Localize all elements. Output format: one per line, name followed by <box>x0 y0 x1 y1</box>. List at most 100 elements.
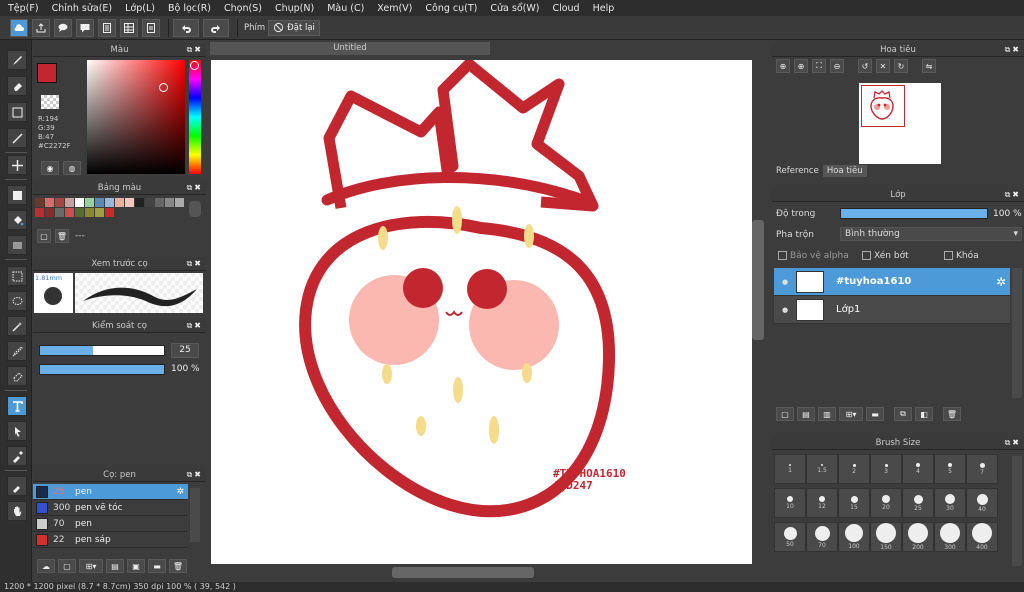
blend-mode-select[interactable]: Bình thường ▾ <box>840 227 1022 241</box>
saturation-value-picker[interactable] <box>87 60 185 174</box>
panel-controls-icon[interactable]: ⧉✖ <box>187 470 203 480</box>
menu-item-9[interactable]: Cửa sổ(W) <box>490 3 539 14</box>
brush-size-cell[interactable]: 20 <box>870 488 902 518</box>
gradient-tool-icon[interactable] <box>7 235 27 255</box>
brush-size-cell[interactable]: 1 <box>774 454 806 484</box>
palette-swatch[interactable] <box>145 198 154 207</box>
select-pen-icon[interactable] <box>7 341 27 361</box>
brush-add-menu-icon[interactable]: ⊞▾ <box>79 559 103 573</box>
zoom-in-icon[interactable]: ⊕ <box>776 59 790 73</box>
new-layer-alt-icon[interactable]: ▤ <box>797 407 815 421</box>
brush-size-cell[interactable]: 10 <box>774 488 806 518</box>
palette-swatch[interactable] <box>105 198 114 207</box>
brush-size-cell[interactable]: 150 <box>870 522 902 552</box>
brush-size-cell[interactable]: 50 <box>774 522 806 552</box>
delete-layer-icon[interactable]: 🗑 <box>943 407 961 421</box>
palette-swatch[interactable] <box>95 198 104 207</box>
operation-tool-icon[interactable] <box>7 421 27 441</box>
palette-swatch[interactable] <box>115 198 124 207</box>
brush-size-cell[interactable]: 1.5 <box>806 454 838 484</box>
panel-controls-icon[interactable]: ⧉✖ <box>1005 45 1021 55</box>
brush-settings-icon[interactable]: ▤ <box>106 559 124 573</box>
reset-button[interactable]: Đặt lại <box>268 19 320 36</box>
brush-settings-gear-icon[interactable]: ✲ <box>176 487 184 497</box>
brush-size-cell[interactable]: 100 <box>838 522 870 552</box>
panel-controls-icon[interactable]: ⧉✖ <box>1005 190 1021 200</box>
comment-icon[interactable] <box>76 18 94 37</box>
palette-swatch[interactable] <box>175 198 184 207</box>
layer-row[interactable]: ● Lớp1 <box>774 296 1010 324</box>
new-layer-copy-icon[interactable]: ▥ <box>818 407 836 421</box>
brush-list-scrollbar[interactable] <box>190 488 200 542</box>
brush-list-item[interactable]: 25 pen ✲ <box>33 484 188 500</box>
document-icon[interactable] <box>142 18 160 37</box>
brush-size-cell[interactable]: 40 <box>966 488 998 518</box>
zoom-out-icon[interactable]: ⊖ <box>830 59 844 73</box>
menu-item-10[interactable]: Cloud <box>552 3 579 14</box>
menu-item-0[interactable]: Tệp(F) <box>8 3 39 14</box>
add-layer-menu-icon[interactable]: ⊞▾ <box>839 407 863 421</box>
hue-slider[interactable] <box>189 60 201 174</box>
brush-size-cell[interactable]: 2 <box>838 454 870 484</box>
flip-icon[interactable]: ⇋ <box>922 59 936 73</box>
magic-wand-icon[interactable] <box>7 316 27 336</box>
brush-size-cell[interactable]: 3 <box>870 454 902 484</box>
foreground-color-swatch[interactable] <box>37 63 57 83</box>
palette-swatch[interactable] <box>95 208 104 217</box>
palette-swatch[interactable] <box>85 208 94 217</box>
menu-item-1[interactable]: Chỉnh sửa(E) <box>52 3 113 14</box>
palette-swatch[interactable] <box>125 198 134 207</box>
brush-size-scrollbar[interactable] <box>1012 456 1022 566</box>
panel-controls-icon[interactable]: ⧉✖ <box>187 259 203 269</box>
protect-alpha-checkbox[interactable] <box>778 251 787 260</box>
canvas-vertical-scrollbar[interactable] <box>752 220 764 340</box>
duplicate-layer-icon[interactable]: ⧉ <box>894 407 912 421</box>
lock-checkbox[interactable] <box>944 251 953 260</box>
tab-reference[interactable]: Reference <box>772 165 823 177</box>
merge-layer-icon[interactable]: ◧ <box>915 407 933 421</box>
palette-scroll[interactable] <box>189 201 201 217</box>
layer-opacity-slider[interactable] <box>840 208 988 219</box>
line-tool-icon[interactable] <box>7 128 27 148</box>
brush-size-cell[interactable]: 15 <box>838 488 870 518</box>
eraser-tool-icon[interactable] <box>7 76 27 96</box>
brush-size-cell[interactable]: 7 <box>966 454 998 484</box>
brush-list-item[interactable]: 70 pen <box>33 516 188 532</box>
menu-item-8[interactable]: Công cụ(T) <box>425 3 477 14</box>
lock-option[interactable]: Khóa <box>944 251 979 261</box>
panel-controls-icon[interactable]: ⧉✖ <box>187 183 203 193</box>
brush-folder-icon[interactable]: ▬ <box>148 559 166 573</box>
brush-list-item[interactable]: 22 pen sáp <box>33 532 188 548</box>
menu-item-5[interactable]: Chụp(N) <box>275 3 314 14</box>
menu-item-3[interactable]: Bộ lọc(R) <box>168 3 211 14</box>
palette-swatch[interactable] <box>85 198 94 207</box>
clipping-checkbox[interactable] <box>862 251 871 260</box>
new-layer-icon[interactable]: ▢ <box>776 407 794 421</box>
brush-delete-icon[interactable]: 🗑 <box>169 559 187 573</box>
brush-size-cell[interactable]: 300 <box>934 522 966 552</box>
move-tool-icon[interactable] <box>7 155 27 175</box>
undo-icon[interactable] <box>173 18 199 37</box>
eye-icon[interactable]: ● <box>774 306 796 314</box>
document-tab[interactable]: Untitled <box>210 42 490 55</box>
delete-palette-icon[interactable]: 🗑 <box>55 229 69 243</box>
brush-opacity-slider[interactable] <box>39 364 165 375</box>
rotate-left-icon[interactable]: ↺ <box>858 59 872 73</box>
brush-size-cell[interactable]: 12 <box>806 488 838 518</box>
menu-item-7[interactable]: Xem(V) <box>377 3 412 14</box>
menu-item-4[interactable]: Chọn(S) <box>224 3 262 14</box>
panel-controls-icon[interactable]: ⧉✖ <box>1005 438 1021 448</box>
brush-size-cell[interactable]: 70 <box>806 522 838 552</box>
fill-tool-icon[interactable] <box>7 210 27 230</box>
hand-tool-icon[interactable] <box>7 501 27 521</box>
canvas-horizontal-scrollbar[interactable] <box>392 567 534 578</box>
drawing-canvas[interactable]: #TUYHOA1610 #HD247 <box>211 60 752 564</box>
protect-alpha-option[interactable]: Bảo vệ alpha <box>778 251 849 261</box>
brush-size-cell[interactable]: 4 <box>902 454 934 484</box>
eye-icon[interactable]: ● <box>774 278 796 286</box>
palette-swatch[interactable] <box>65 208 74 217</box>
cloud-icon[interactable] <box>10 18 28 37</box>
layer-folder-icon[interactable]: ▬ <box>866 407 884 421</box>
menu-item-2[interactable]: Lớp(L) <box>125 3 155 14</box>
brush-size-cell[interactable]: 200 <box>902 522 934 552</box>
